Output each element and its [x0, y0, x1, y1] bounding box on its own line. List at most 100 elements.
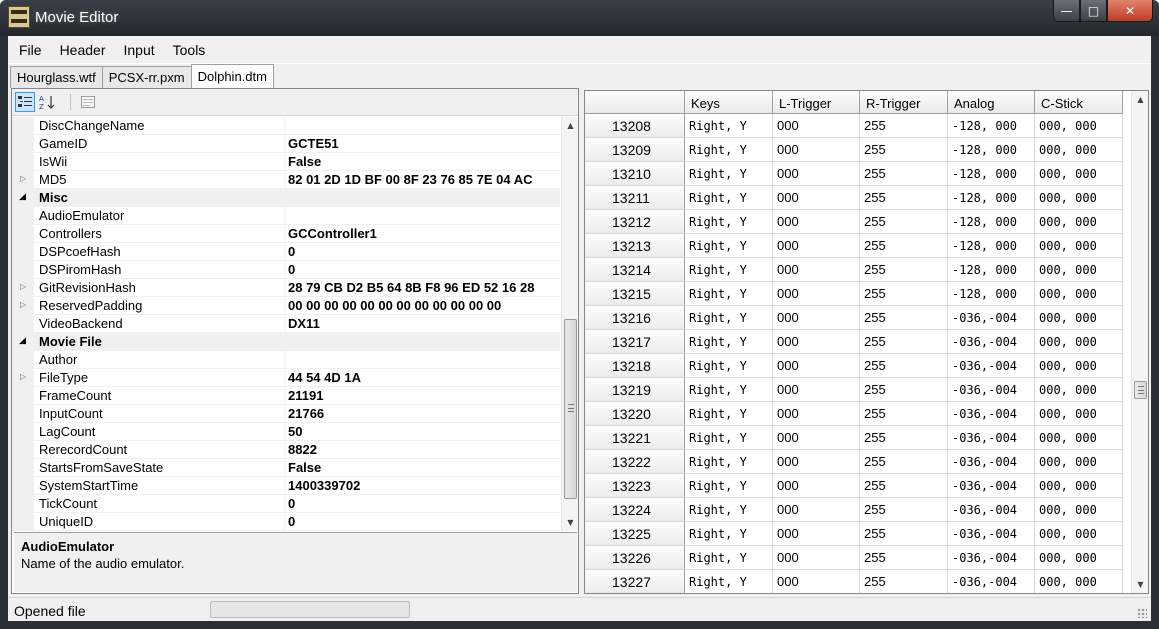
property-row[interactable]: StartsFromSaveState False — [12, 459, 560, 477]
table-cell[interactable]: -036,-004 — [948, 450, 1035, 474]
table-row[interactable]: 13211 Right, Y 000 255 -128, 000 000, 000 — [585, 186, 1123, 210]
table-cell[interactable]: 000, 000 — [1035, 570, 1123, 593]
expand-icon[interactable]: ▷ — [20, 300, 26, 309]
property-row[interactable]: GameID GCTE51 — [12, 135, 560, 153]
property-value[interactable]: 00 00 00 00 00 00 00 00 00 00 00 00 — [288, 298, 556, 313]
table-row[interactable]: 13217 Right, Y 000 255 -036,-004 000, 000 — [585, 330, 1123, 354]
frame-number[interactable]: 13213 — [585, 234, 685, 258]
property-row[interactable]: VideoBackend DX11 — [12, 315, 560, 333]
property-value[interactable]: 21191 — [288, 388, 556, 403]
property-row[interactable]: DSPcoefHash 0 — [12, 243, 560, 261]
property-value[interactable]: 44 54 4D 1A — [288, 370, 556, 385]
property-value[interactable]: False — [288, 154, 556, 169]
scroll-down-icon[interactable]: ▼ — [1132, 576, 1148, 593]
table-cell[interactable]: 000, 000 — [1035, 114, 1123, 138]
scroll-thumb[interactable] — [564, 319, 577, 499]
table-cell[interactable]: 000 — [773, 570, 860, 593]
table-cell[interactable]: Right, Y — [685, 138, 773, 162]
categorized-button[interactable] — [15, 92, 35, 112]
table-row[interactable]: 13218 Right, Y 000 255 -036,-004 000, 000 — [585, 354, 1123, 378]
table-cell[interactable]: 000 — [773, 522, 860, 546]
property-category[interactable]: ◢ Misc — [12, 189, 560, 207]
frame-number[interactable]: 13208 — [585, 114, 685, 138]
scroll-up-icon[interactable]: ▲ — [1132, 91, 1148, 108]
table-cell[interactable]: 000, 000 — [1035, 498, 1123, 522]
table-cell[interactable]: 000, 000 — [1035, 378, 1123, 402]
property-pages-button[interactable] — [78, 92, 98, 112]
property-row[interactable]: ▷ FileType 44 54 4D 1A — [12, 369, 560, 387]
property-row[interactable]: ▷ ReservedPadding 00 00 00 00 00 00 00 00 … — [12, 297, 560, 315]
table-cell[interactable]: 000 — [773, 498, 860, 522]
table-cell[interactable]: 000, 000 — [1035, 330, 1123, 354]
property-row[interactable]: DSPiromHash 0 — [12, 261, 560, 279]
table-cell[interactable]: 255 — [860, 258, 948, 282]
table-cell[interactable]: Right, Y — [685, 186, 773, 210]
property-grid-scrollbar[interactable]: ▲ ▼ — [561, 117, 578, 531]
table-row[interactable]: 13209 Right, Y 000 255 -128, 000 000, 000 — [585, 138, 1123, 162]
property-value[interactable]: False — [288, 460, 556, 475]
table-cell[interactable]: -036,-004 — [948, 306, 1035, 330]
table-cell[interactable]: Right, Y — [685, 378, 773, 402]
table-cell[interactable]: Right, Y — [685, 162, 773, 186]
menu-input[interactable]: Input — [114, 36, 163, 64]
table-cell[interactable]: 255 — [860, 474, 948, 498]
table-cell[interactable]: 255 — [860, 186, 948, 210]
table-cell[interactable]: 000, 000 — [1035, 402, 1123, 426]
table-cell[interactable]: -036,-004 — [948, 354, 1035, 378]
table-row[interactable]: 13221 Right, Y 000 255 -036,-004 000, 000 — [585, 426, 1123, 450]
table-cell[interactable]: Right, Y — [685, 282, 773, 306]
table-cell[interactable]: 000, 000 — [1035, 210, 1123, 234]
tab-pcsx[interactable]: PCSX-rr.pxm — [101, 66, 192, 88]
table-cell[interactable]: 000 — [773, 234, 860, 258]
input-grid-scrollbar[interactable]: ▲ ▼ — [1131, 91, 1148, 593]
table-cell[interactable]: 000 — [773, 306, 860, 330]
table-cell[interactable]: -128, 000 — [948, 114, 1035, 138]
table-cell[interactable]: 000 — [773, 378, 860, 402]
table-row[interactable]: 13212 Right, Y 000 255 -128, 000 000, 000 — [585, 210, 1123, 234]
expand-icon[interactable]: ▷ — [20, 372, 26, 381]
table-row[interactable]: 13210 Right, Y 000 255 -128, 000 000, 000 — [585, 162, 1123, 186]
table-cell[interactable]: Right, Y — [685, 546, 773, 570]
property-row[interactable]: RerecordCount 8822 — [12, 441, 560, 459]
table-cell[interactable]: 000, 000 — [1035, 474, 1123, 498]
table-cell[interactable]: 000 — [773, 114, 860, 138]
table-cell[interactable]: 000, 000 — [1035, 522, 1123, 546]
frame-number[interactable]: 13218 — [585, 354, 685, 378]
table-cell[interactable]: 255 — [860, 498, 948, 522]
table-cell[interactable]: 000 — [773, 474, 860, 498]
table-cell[interactable]: -036,-004 — [948, 402, 1035, 426]
table-row[interactable]: 13225 Right, Y 000 255 -036,-004 000, 000 — [585, 522, 1123, 546]
property-row[interactable]: FrameCount 21191 — [12, 387, 560, 405]
table-row[interactable]: 13214 Right, Y 000 255 -128, 000 000, 000 — [585, 258, 1123, 282]
table-cell[interactable]: Right, Y — [685, 258, 773, 282]
frame-number[interactable]: 13210 — [585, 162, 685, 186]
menu-header[interactable]: Header — [51, 36, 115, 64]
table-cell[interactable]: 255 — [860, 450, 948, 474]
table-cell[interactable]: Right, Y — [685, 498, 773, 522]
table-cell[interactable]: 255 — [860, 570, 948, 593]
table-cell[interactable]: 000 — [773, 426, 860, 450]
table-cell[interactable]: Right, Y — [685, 330, 773, 354]
table-cell[interactable]: Right, Y — [685, 570, 773, 593]
table-cell[interactable]: 255 — [860, 210, 948, 234]
collapse-icon[interactable]: ◢ — [19, 335, 26, 346]
property-category[interactable]: ◢ Movie File — [12, 333, 560, 351]
property-value[interactable]: 28 79 CB D2 B5 64 8B F8 96 ED 52 16 28 — [288, 280, 556, 295]
table-cell[interactable]: 255 — [860, 138, 948, 162]
table-cell[interactable]: 000 — [773, 258, 860, 282]
table-cell[interactable]: -036,-004 — [948, 522, 1035, 546]
property-row[interactable]: InputCount 21766 — [12, 405, 560, 423]
frame-number[interactable]: 13219 — [585, 378, 685, 402]
expand-icon[interactable]: ▷ — [20, 282, 26, 291]
table-cell[interactable]: Right, Y — [685, 234, 773, 258]
table-cell[interactable]: Right, Y — [685, 426, 773, 450]
property-value[interactable]: GCController1 — [288, 226, 556, 241]
close-button[interactable]: ✕ — [1107, 0, 1153, 22]
property-value[interactable]: 1400339702 — [288, 478, 556, 493]
expand-icon[interactable]: ▷ — [20, 174, 26, 183]
table-cell[interactable]: Right, Y — [685, 474, 773, 498]
table-cell[interactable]: 255 — [860, 162, 948, 186]
column-header[interactable]: L-Trigger — [773, 91, 860, 114]
table-cell[interactable]: -128, 000 — [948, 186, 1035, 210]
scroll-down-icon[interactable]: ▼ — [562, 514, 578, 531]
